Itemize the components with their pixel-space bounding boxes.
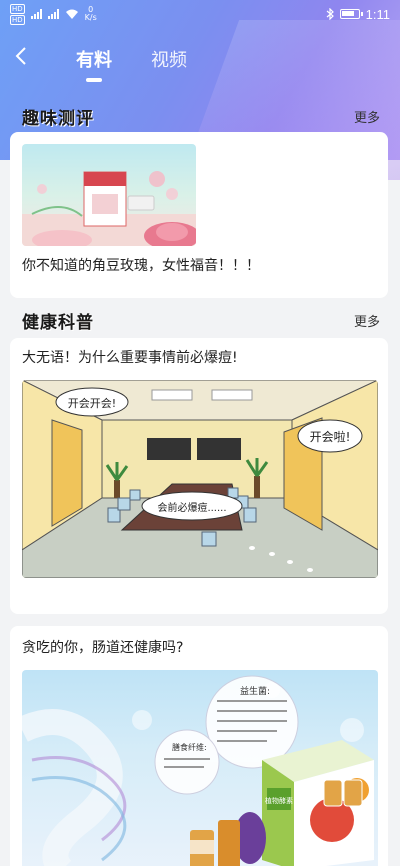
article-title: 贪吃的你，肠道还健康吗? <box>22 640 184 656</box>
status-left: HD HD 0 K/s <box>10 3 97 25</box>
bubble-label: 益生菌: <box>240 685 270 697</box>
tab-video[interactable]: 视频 <box>151 46 187 72</box>
network-speed: 0 K/s <box>84 5 97 22</box>
status-right: 1:11 <box>326 7 390 22</box>
speech-bubble-text: 开会啦! <box>310 429 351 444</box>
signal-icon <box>30 9 42 19</box>
article-card[interactable]: 大无语！为什么重要事情前必爆痘! 开会开会! 开会啦! 会前必爆痘...... <box>10 338 388 614</box>
status-time: 1:11 <box>365 6 390 22</box>
article-caption: 你不知道的角豆玫瑰，女性福音！！！ <box>22 258 260 274</box>
article-title: 大无语！为什么重要事情前必爆痘! <box>22 350 238 366</box>
section-title: 趣味测评 <box>22 109 94 129</box>
article-thumbnail <box>22 144 196 246</box>
section-header-fun-review: 趣味测评 更多 <box>0 102 400 132</box>
hd-badge: HD <box>10 3 25 14</box>
bluetooth-icon <box>326 8 334 20</box>
wifi-icon <box>65 9 78 19</box>
more-link[interactable]: 更多 <box>354 107 380 126</box>
article-card[interactable]: 贪吃的你，肠道还健康吗? 益生菌: 膳食纤维: 植物酵素 <box>10 626 388 866</box>
article-image-gut-health: 益生菌: 膳食纤维: 植物酵素 <box>22 670 378 866</box>
article-image-office-cartoon: 开会开会! 开会啦! 会前必爆痘...... <box>22 380 378 578</box>
product-label: 植物酵素 <box>265 796 293 805</box>
tab-youliao[interactable]: 有料 <box>76 46 112 72</box>
speech-bubble-text: 会前必爆痘...... <box>157 501 226 514</box>
section-title: 健康科普 <box>22 313 94 333</box>
tab-indicator <box>86 78 102 82</box>
back-button[interactable] <box>14 46 34 70</box>
article-card[interactable]: 你不知道的角豆玫瑰，女性福音！！！ <box>10 132 388 298</box>
speech-bubble-text: 开会开会! <box>68 397 116 410</box>
battery-icon <box>339 9 363 19</box>
status-bar: HD HD 0 K/s 1:11 <box>0 0 400 28</box>
bubble-label: 膳食纤维: <box>172 742 207 752</box>
signal-icon <box>47 9 59 19</box>
section-header-health: 健康科普 更多 <box>0 306 400 336</box>
more-link[interactable]: 更多 <box>354 311 380 330</box>
chevron-left-icon <box>15 47 26 65</box>
top-nav: 有料 视频 <box>0 40 400 82</box>
hd-badge: HD <box>10 14 25 25</box>
